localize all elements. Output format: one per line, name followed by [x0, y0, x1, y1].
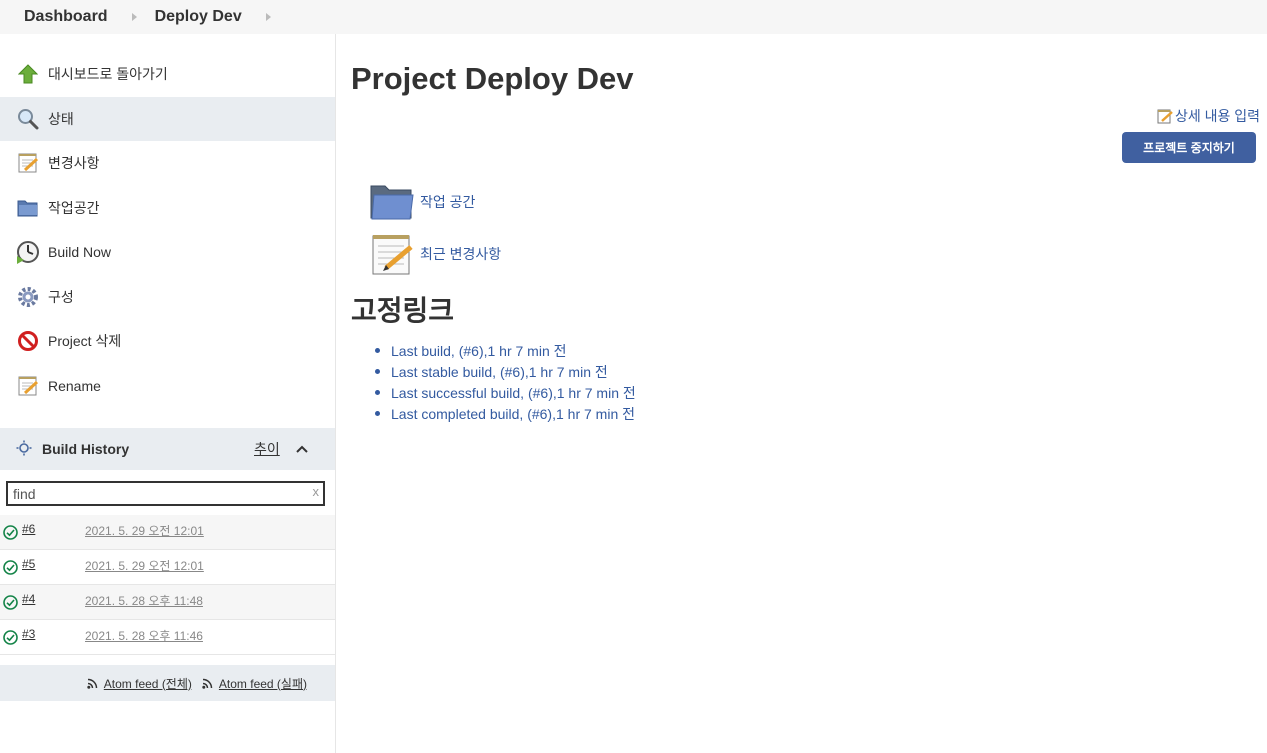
permalink-last-build[interactable]: Last build, (#6),1 hr 7 min 전: [375, 340, 636, 361]
breadcrumb-separator-icon[interactable]: [131, 13, 137, 21]
recent-changes-link[interactable]: 최근 변경사항: [370, 232, 501, 276]
build-history-header: Build History 추이: [0, 428, 335, 470]
build-row: #5 2021. 5. 29 오전 12:01: [0, 550, 335, 585]
folder-icon: [16, 196, 40, 220]
atom-feed-failed-link[interactable]: Atom feed (실패): [202, 675, 307, 692]
sidebar-item-delete-project[interactable]: Project 삭제: [0, 319, 335, 364]
build-number-link[interactable]: #3: [22, 627, 35, 641]
edit-description-label: 상세 내용 입력: [1174, 108, 1260, 124]
build-date-link[interactable]: 2021. 5. 28 오후 11:48: [85, 592, 203, 609]
rss-icon: [202, 678, 213, 689]
sidebar-item-configure[interactable]: 구성: [0, 275, 335, 320]
clock-icon: [16, 240, 40, 265]
permalink-last-completed-build[interactable]: Last completed build, (#6),1 hr 7 min 전: [375, 403, 636, 424]
build-date-link[interactable]: 2021. 5. 29 오전 12:01: [85, 522, 204, 539]
build-date-link[interactable]: 2021. 5. 29 오전 12:01: [85, 557, 204, 574]
sidebar-item-label: Rename: [48, 377, 101, 394]
success-check-icon: [3, 560, 18, 575]
success-check-icon: [3, 525, 18, 540]
permalinks-list: Last build, (#6),1 hr 7 min 전 Last stabl…: [375, 340, 636, 424]
folder-icon: [370, 180, 414, 224]
sidebar-item-label: Build Now: [48, 244, 112, 261]
trend-link[interactable]: 추이: [254, 439, 280, 459]
sidebar-item-changes[interactable]: 변경사항: [0, 141, 335, 186]
breadcrumb: Dashboard Deploy Dev: [0, 0, 1267, 34]
no-entry-icon: [16, 329, 40, 353]
permalink-last-stable-build[interactable]: Last stable build, (#6),1 hr 7 min 전: [375, 361, 636, 382]
workspace-link-label: 작업 공간: [420, 194, 476, 210]
build-list: #6 2021. 5. 29 오전 12:01 #5 2021. 5. 29 오…: [0, 515, 335, 655]
workspace-link[interactable]: 작업 공간: [370, 180, 475, 224]
recent-changes-label: 최근 변경사항: [420, 246, 502, 262]
sidebar-item-label: 대시보드로 돌아가기: [48, 66, 168, 83]
gear-icon: [16, 285, 40, 309]
sidebar-item-back-to-dashboard[interactable]: 대시보드로 돌아가기: [0, 52, 335, 97]
sidebar-item-label: 변경사항: [48, 155, 100, 172]
notepad-icon: [370, 232, 414, 276]
build-row: #3 2021. 5. 28 오후 11:46: [0, 620, 335, 655]
sidebar-item-status[interactable]: 상태: [0, 96, 335, 141]
build-number-link[interactable]: #4: [22, 592, 35, 606]
build-history-title: Build History: [42, 441, 130, 457]
build-row: #4 2021. 5. 28 오후 11:48: [0, 585, 335, 620]
notepad-icon: [16, 151, 40, 175]
notepad-icon: [16, 374, 40, 398]
atom-feed-all-link[interactable]: Atom feed (전체): [87, 675, 192, 692]
sidebar-item-label: 상태: [48, 110, 74, 127]
permalink-last-successful-build[interactable]: Last successful build, (#6),1 hr 7 min 전: [375, 382, 636, 403]
sidebar-item-build-now[interactable]: Build Now: [0, 230, 335, 275]
build-search-box: x: [6, 481, 325, 506]
atom-feed-all-label: Atom feed (전체): [103, 676, 192, 691]
build-number-link[interactable]: #5: [22, 557, 35, 571]
sidebar-item-workspace[interactable]: 작업공간: [0, 186, 335, 231]
rss-icon: [87, 678, 98, 689]
breadcrumb-dashboard[interactable]: Dashboard: [24, 8, 108, 26]
sidebar: 대시보드로 돌아가기 상태 변경사항 작업공간 Build Now 구성 Pro…: [0, 34, 336, 753]
sidebar-item-rename[interactable]: Rename: [0, 364, 335, 409]
edit-description-link[interactable]: 상세 내용 입력: [1157, 106, 1260, 126]
build-date-link[interactable]: 2021. 5. 28 오후 11:46: [85, 627, 203, 644]
breadcrumb-deploy-dev[interactable]: Deploy Dev: [155, 8, 242, 26]
atom-feed-failed-label: Atom feed (실패): [218, 676, 307, 691]
build-search-input[interactable]: [8, 483, 323, 504]
build-number-link[interactable]: #6: [22, 522, 35, 536]
success-check-icon: [3, 630, 18, 645]
clear-search-button[interactable]: x: [313, 484, 320, 499]
search-icon: [16, 107, 40, 131]
sidebar-item-label: Project 삭제: [48, 333, 122, 350]
build-row: #6 2021. 5. 29 오전 12:01: [0, 515, 335, 550]
success-check-icon: [3, 595, 18, 610]
atom-feed-bar: Atom feed (전체) Atom feed (실패): [0, 665, 335, 701]
page-title: Project Deploy Dev: [351, 61, 634, 96]
permalinks-title: 고정링크: [351, 295, 455, 326]
breadcrumb-separator-icon[interactable]: [265, 13, 271, 21]
sidebar-item-label: 작업공간: [48, 199, 100, 216]
sidebar-item-label: 구성: [48, 288, 74, 305]
edit-note-icon: [1157, 109, 1173, 124]
build-history-icon: [16, 440, 32, 459]
disable-project-button[interactable]: 프로젝트 중지하기: [1122, 132, 1256, 163]
collapse-chevron-icon[interactable]: [296, 442, 308, 454]
up-arrow-icon: [16, 62, 40, 86]
